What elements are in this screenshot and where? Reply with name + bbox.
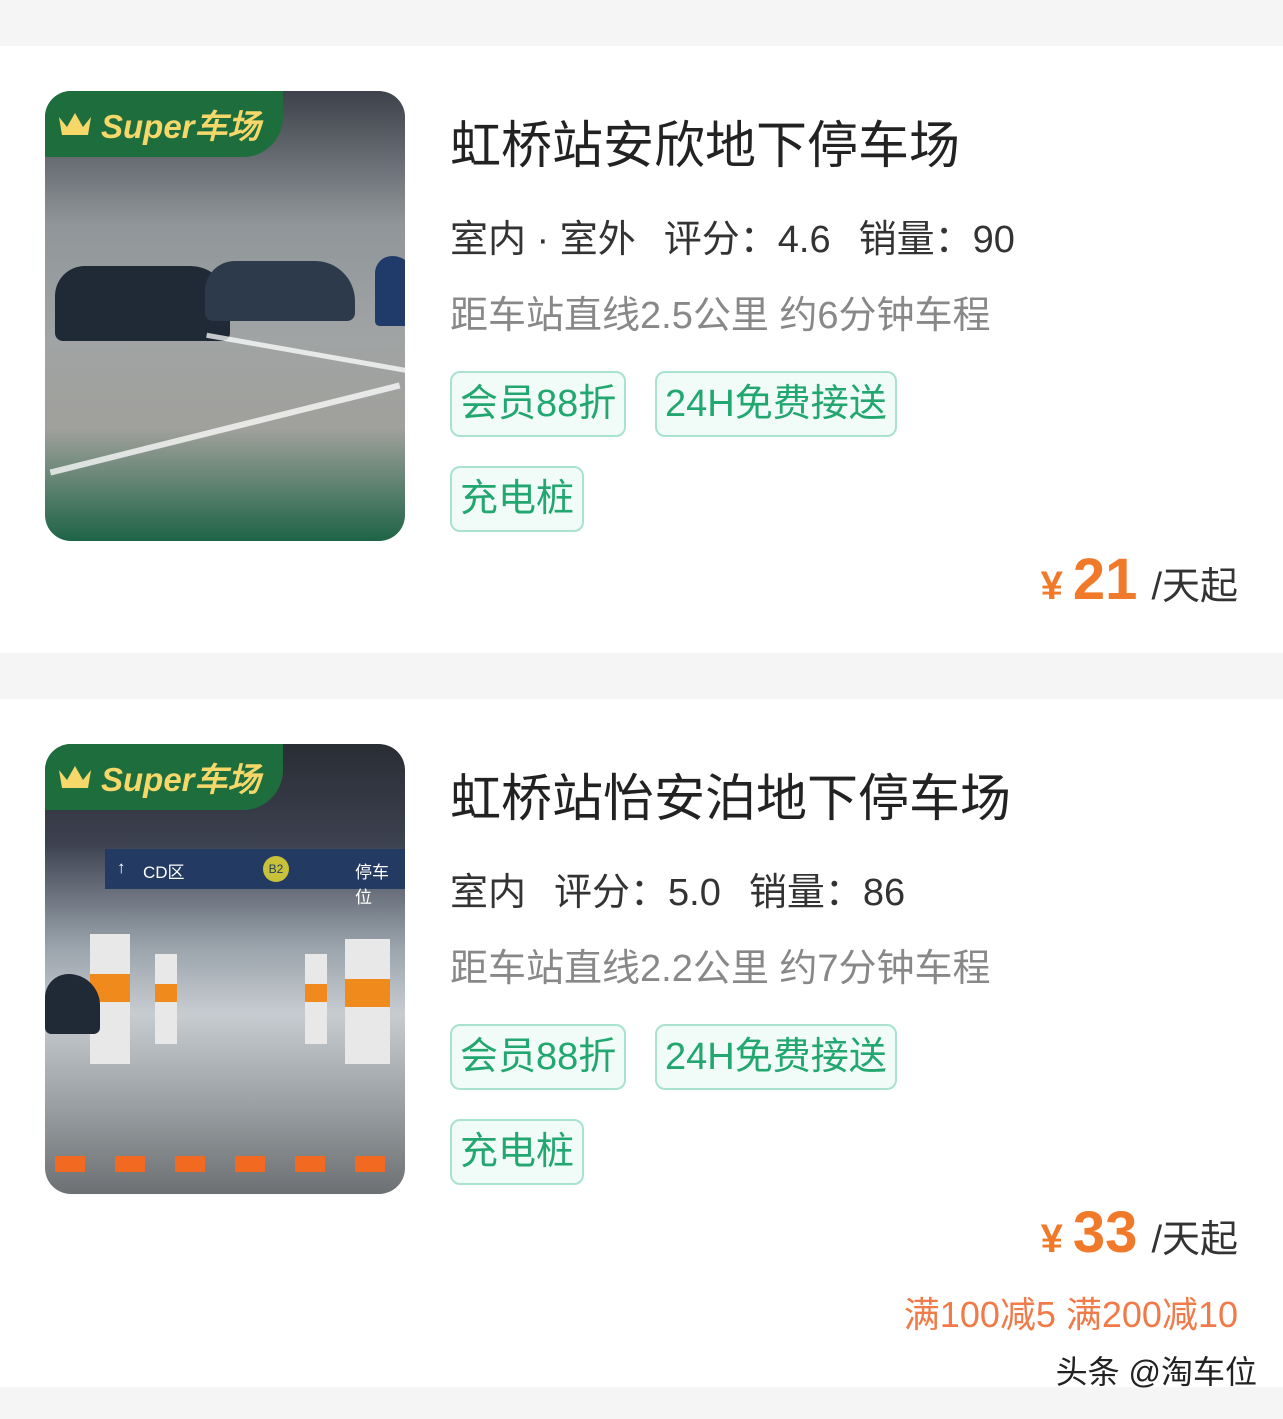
parking-meta: 室内 · 室外 评分：4.6 销量：90: [450, 208, 1015, 269]
tag-member-discount: 会员88折: [450, 371, 627, 437]
environment-label: 室内 · 室外: [450, 208, 636, 269]
photo-sign: ↑ CD区 B2 停车位: [105, 849, 405, 907]
rating-value: 4.6: [777, 219, 831, 261]
crown-icon: [59, 113, 91, 135]
super-lot-badge: Super车场: [45, 744, 283, 810]
photo-sign-zone: CD区: [143, 863, 185, 882]
sales-label: 销量：: [858, 219, 973, 261]
tag-free-shuttle: 24H免费接送: [655, 371, 897, 437]
environment-label: 室内: [450, 861, 527, 922]
badge-label: Super车场: [101, 108, 261, 145]
sales-label: 销量：: [748, 872, 863, 914]
price: ¥33/天起: [1041, 1199, 1238, 1266]
tag-charging: 充电桩: [450, 466, 585, 532]
parking-card[interactable]: Super车场 虹桥站安欣地下停车场 室内 · 室外 评分：4.6 销量：90 距车…: [0, 46, 1283, 653]
photo-sign-right: 停车位: [355, 863, 389, 907]
price-unit: /天起: [1151, 566, 1238, 608]
price-unit: /天起: [1151, 1219, 1238, 1261]
badge-label: Super车场: [101, 761, 261, 798]
parking-photo[interactable]: Super车场: [45, 91, 405, 541]
super-lot-badge: Super车场: [45, 91, 283, 157]
crown-icon: [59, 766, 91, 788]
currency-symbol: ¥: [1040, 1217, 1063, 1261]
tag-free-shuttle: 24H免费接送: [655, 1024, 897, 1090]
tag-member-discount: 会员88折: [450, 1024, 627, 1090]
parking-title[interactable]: 虹桥站怡安泊地下停车场: [450, 757, 1011, 831]
watermark: 头条 @淘车位: [1055, 1354, 1257, 1390]
sales-value: 90: [972, 219, 1015, 261]
distance-text: 距车站直线2.2公里 约7分钟车程: [450, 948, 991, 990]
distance-text: 距车站直线2.5公里 约6分钟车程: [450, 295, 991, 337]
parking-card[interactable]: ↑ CD区 B2 停车位 Super车场 虹桥站怡安泊地下停车场 室内 评分：5.…: [0, 699, 1283, 1387]
currency-symbol: ¥: [1040, 564, 1063, 608]
parking-title[interactable]: 虹桥站安欣地下停车场: [450, 104, 960, 178]
parking-photo[interactable]: ↑ CD区 B2 停车位 Super车场: [45, 744, 405, 1194]
sales-value: 86: [862, 872, 906, 914]
rating-label: 评分：: [554, 872, 669, 914]
rating-value: 5.0: [668, 872, 721, 914]
rating-label: 评分：: [663, 219, 778, 261]
tag-charging: 充电桩: [450, 1119, 585, 1185]
photo-sign-level: B2: [263, 856, 289, 882]
price: ¥21/天起: [1041, 546, 1238, 613]
price-value: 33: [1072, 1200, 1138, 1265]
parking-meta: 室内 评分：5.0 销量：86: [450, 861, 906, 922]
promo-text: 满100减5 满200减10: [903, 1294, 1238, 1335]
price-value: 21: [1072, 547, 1138, 612]
